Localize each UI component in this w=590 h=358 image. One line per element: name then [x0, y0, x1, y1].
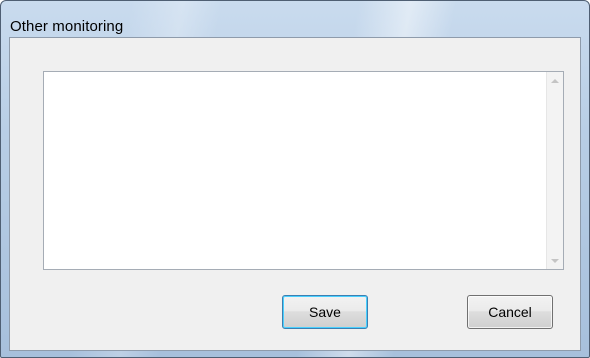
arrow-down-icon: [551, 258, 559, 263]
dialog-client-area: Save Cancel: [9, 37, 581, 351]
window-title: Other monitoring: [10, 18, 124, 35]
dialog-window: Other monitoring Save Cancel: [0, 0, 590, 358]
save-button[interactable]: Save: [282, 295, 368, 329]
title-bar[interactable]: Other monitoring: [1, 1, 589, 37]
monitoring-textarea[interactable]: [44, 72, 546, 269]
scroll-up-button[interactable]: [547, 72, 563, 89]
monitoring-textarea-container: [43, 71, 564, 270]
vertical-scrollbar[interactable]: [546, 72, 563, 269]
cancel-button[interactable]: Cancel: [467, 295, 553, 329]
scroll-down-button[interactable]: [547, 252, 563, 269]
arrow-up-icon: [551, 78, 559, 83]
